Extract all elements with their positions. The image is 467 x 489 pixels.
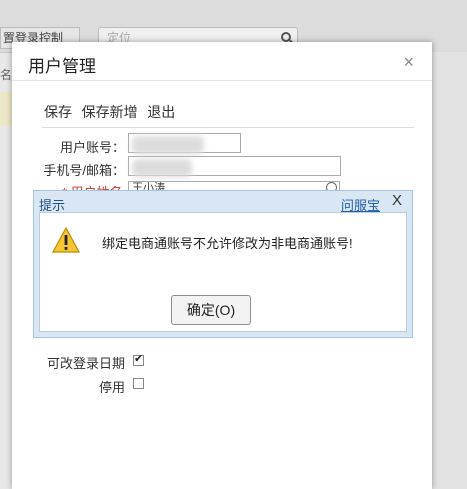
toolbar-divider (42, 127, 414, 128)
account-input[interactable] (128, 133, 241, 154)
save-and-new-button[interactable]: 保存新增 (82, 102, 138, 122)
exit-button[interactable]: 退出 (147, 102, 175, 122)
account-label: 用户账号： (59, 140, 125, 155)
edit-login-date-checkbox[interactable] (133, 352, 144, 366)
phone-email-label: 手机号/邮箱： (43, 163, 125, 178)
phone-email-input[interactable] (128, 156, 341, 177)
checkbox-label-edit-login-date: 可改登录日期 (46, 356, 125, 371)
title-divider (12, 80, 432, 81)
background-right-panel (432, 52, 467, 489)
dialog-title: 用户管理 (28, 57, 96, 76)
blurred-value (132, 159, 192, 177)
blurred-value (132, 136, 204, 154)
warning-icon (52, 227, 80, 253)
alert-close-icon[interactable]: X (392, 192, 402, 209)
alert-dialog: 提示 问服宝 X 绑定电商通账号不允许修改为非电商通账号! 确定(O) (33, 190, 413, 338)
background-column-head: 名 (0, 68, 13, 82)
checkbox-label-disabled: 停用 (98, 380, 125, 395)
search-icon (281, 32, 291, 42)
close-icon[interactable]: × (403, 52, 414, 73)
alert-message: 绑定电商通账号不允许修改为非电商通账号! (102, 236, 353, 251)
alert-body: 绑定电商通账号不允许修改为非电商通账号! 确定(O) (39, 212, 407, 332)
save-button[interactable]: 保存 (44, 102, 72, 122)
dialog-toolbar: 保存 保存新增 退出 (44, 102, 181, 122)
disabled-checkbox[interactable] (133, 378, 144, 389)
ok-button[interactable]: 确定(O) (171, 295, 251, 325)
